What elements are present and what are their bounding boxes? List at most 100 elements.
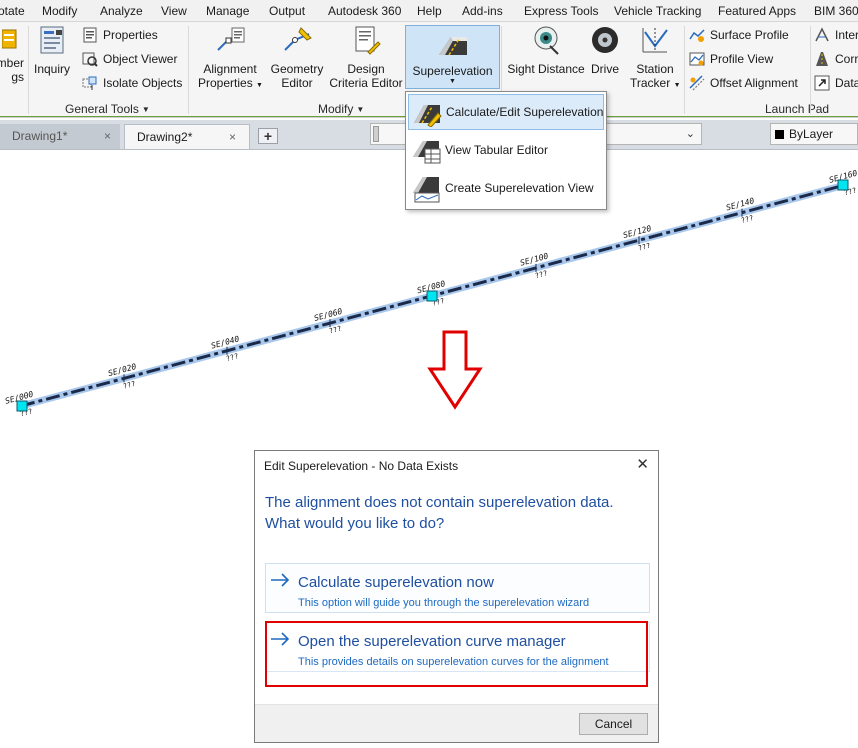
panel-separator <box>28 26 29 114</box>
tabular-editor-icon <box>411 135 441 165</box>
geometry-editor-label-1: Geometry <box>270 62 324 76</box>
station-tracker-icon <box>639 24 671 56</box>
option1-desc: This option will guide you through the s… <box>298 597 590 609</box>
alignment-properties-button[interactable]: Alignment Properties ▼ <box>198 24 263 93</box>
offset-alignment-icon <box>689 75 705 91</box>
number-settings-button[interactable]: mbergs <box>0 24 24 84</box>
alignment-properties-label-1: Alignment <box>203 62 257 76</box>
menu-bar: otate Modify Analyze View Manage Output … <box>0 0 858 22</box>
menu-item-modify[interactable]: Modify <box>42 4 77 18</box>
menu-item-view[interactable]: View <box>161 4 187 18</box>
design-criteria-editor-button[interactable]: Design Criteria Editor <box>328 24 404 90</box>
geometry-editor-label-2: Editor <box>281 76 313 90</box>
panel-separator <box>810 26 811 114</box>
menu-item-manage[interactable]: Manage <box>206 4 249 18</box>
interference-label: Inter <box>835 28 858 42</box>
menu-item-output[interactable]: Output <box>269 4 305 18</box>
menu-item-help[interactable]: Help <box>417 4 442 18</box>
station-tracker-label-2: Tracker <box>630 76 671 90</box>
tab-drawing2-close-icon[interactable]: × <box>229 130 236 144</box>
offset-alignment-button[interactable]: Offset Alignment <box>689 73 798 93</box>
bylayer-label: ByLayer <box>789 127 834 141</box>
tab-drawing2[interactable]: Drawing2* × <box>124 124 250 149</box>
drive-label: Drive <box>590 62 619 76</box>
interference-icon <box>814 27 830 43</box>
dialog-footer: Cancel <box>255 704 658 742</box>
interference-button[interactable]: Inter <box>814 25 858 45</box>
inquiry-button[interactable]: Inquiry <box>30 24 74 76</box>
cancel-button[interactable]: Cancel <box>579 713 648 735</box>
close-icon[interactable]: ✕ <box>636 455 649 473</box>
panel-separator <box>684 26 685 114</box>
option2-desc: This provides details on superelevation … <box>298 656 609 668</box>
calculate-superelevation-option[interactable]: Calculate superelevation now This option… <box>265 563 650 613</box>
sight-distance-label: Sight Distance <box>507 62 585 76</box>
menu-item-calculate-edit-superelevation[interactable]: Calculate/Edit Superelevation <box>408 94 604 130</box>
menu-item-view-tabular-editor[interactable]: View Tabular Editor <box>408 132 604 168</box>
geometry-editor-icon <box>281 24 313 56</box>
alignment-properties-label-2: Properties <box>198 76 253 90</box>
combo-grip-icon <box>373 126 379 142</box>
station-tracker-button[interactable]: Station Tracker ▼ <box>630 24 681 93</box>
edit-superelevation-dialog: Edit Superelevation - No Data Exists ✕ T… <box>254 450 659 743</box>
general-tools-panel-title[interactable]: General Tools ▼ <box>65 102 150 116</box>
drive-icon <box>589 24 621 56</box>
data-shortcut-icon <box>814 75 830 91</box>
superelevation-view-icon <box>411 173 441 203</box>
menu-item-express-tools[interactable]: Express Tools <box>524 4 598 18</box>
menu-item-create-superelevation-view[interactable]: Create Superelevation View <box>408 170 604 206</box>
corridor-icon <box>814 51 830 67</box>
new-tab-button[interactable]: + <box>258 128 278 144</box>
inquiry-label: Inquiry <box>33 62 71 76</box>
alignment-end-grip[interactable] <box>837 179 849 191</box>
object-viewer-button[interactable]: Object Viewer <box>82 49 177 69</box>
corridor-button[interactable]: Corri <box>814 49 858 69</box>
tab-drawing1[interactable]: Drawing1* × <box>0 124 120 149</box>
menu-item-bim360[interactable]: BIM 360 <box>814 4 858 18</box>
drive-button[interactable]: Drive <box>588 24 622 76</box>
data-label: Data <box>835 76 858 90</box>
dialog-message-line2: What would you like to do? <box>265 515 445 532</box>
option1-title: Calculate superelevation now <box>298 574 494 591</box>
menu-item-vehicle-tracking[interactable]: Vehicle Tracking <box>614 4 701 18</box>
tab-drawing1-close-icon[interactable]: × <box>104 129 111 143</box>
menu-item-analyze[interactable]: Analyze <box>100 4 143 18</box>
properties-button[interactable]: Properties <box>82 25 158 45</box>
alignment-mid-grip[interactable] <box>426 290 438 302</box>
menu-item-autodesk360[interactable]: Autodesk 360 <box>328 4 401 18</box>
profile-view-button[interactable]: Profile View <box>689 49 773 69</box>
menu-item-featured-apps[interactable]: Featured Apps <box>718 4 796 18</box>
calculate-edit-label: Calculate/Edit Superelevation <box>446 105 604 119</box>
data-button[interactable]: Data <box>814 73 858 93</box>
corridor-label: Corri <box>835 52 858 66</box>
profile-view-icon <box>689 51 705 67</box>
launch-pad-panel-title[interactable]: Launch Pad <box>765 102 829 116</box>
surface-profile-button[interactable]: Surface Profile <box>689 25 789 45</box>
profile-view-label: Profile View <box>710 52 774 66</box>
superelevation-button[interactable]: Superelevation ▼ <box>405 25 500 89</box>
arrow-right-icon <box>271 573 290 587</box>
linetype-combo[interactable]: ByLayer <box>770 123 858 145</box>
properties-label: Properties <box>103 28 158 42</box>
tabular-editor-label: View Tabular Editor <box>445 143 548 157</box>
open-curve-manager-option[interactable]: Open the superelevation curve manager Th… <box>265 622 650 672</box>
menu-item-addins[interactable]: Add-ins <box>462 4 503 18</box>
alignment-start-grip[interactable] <box>16 400 28 412</box>
modify-panel-title[interactable]: Modify ▼ <box>318 102 364 116</box>
isolate-objects-label: Isolate Objects <box>103 76 183 90</box>
menu-item-rotate[interactable]: otate <box>0 4 25 18</box>
sight-distance-button[interactable]: Sight Distance <box>506 24 586 76</box>
offset-alignment-label: Offset Alignment <box>710 76 798 90</box>
chevron-down-icon[interactable]: ⌄ <box>686 124 695 144</box>
design-criteria-label-2: Criteria Editor <box>329 76 403 90</box>
create-view-label: Create Superelevation View <box>445 181 594 195</box>
color-swatch-icon <box>775 130 784 139</box>
cut-label-1: mber <box>0 56 24 70</box>
panel-separator <box>188 26 189 114</box>
inquiry-icon <box>36 24 68 56</box>
dialog-title: Edit Superelevation - No Data Exists <box>264 459 459 473</box>
dialog-message-line1: The alignment does not contain superelev… <box>265 494 614 511</box>
geometry-editor-button[interactable]: Geometry Editor <box>268 24 326 90</box>
isolate-objects-button[interactable]: Isolate Objects <box>82 73 182 93</box>
tab-drawing2-label: Drawing2* <box>137 130 193 144</box>
